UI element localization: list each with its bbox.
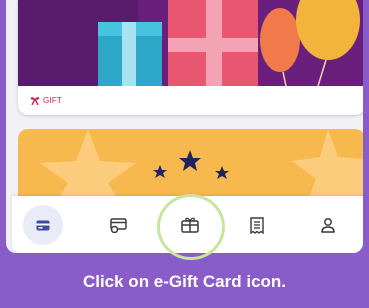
gift-card-label: GIFT <box>43 95 63 105</box>
nav-egift-button[interactable] <box>170 205 210 245</box>
card-pay-icon <box>110 218 127 233</box>
gift-card-2-artwork[interactable] <box>18 129 363 199</box>
nav-profile-button[interactable] <box>308 205 348 245</box>
gift-card-artwork <box>18 0 363 86</box>
card-icon <box>36 220 50 230</box>
gift-icon <box>181 217 199 233</box>
user-icon <box>321 218 335 233</box>
receipt-icon <box>250 216 264 234</box>
gift-card[interactable]: GIFT <box>18 0 363 115</box>
nav-payments-button[interactable] <box>99 205 139 245</box>
gift-card-category: GIFT <box>30 92 62 108</box>
nav-wallet-button[interactable] <box>23 205 63 245</box>
nav-receipts-button[interactable] <box>237 205 277 245</box>
tutorial-instruction: Click on e-Gift Card icon. <box>82 272 287 291</box>
gift-bow-icon <box>30 96 40 105</box>
